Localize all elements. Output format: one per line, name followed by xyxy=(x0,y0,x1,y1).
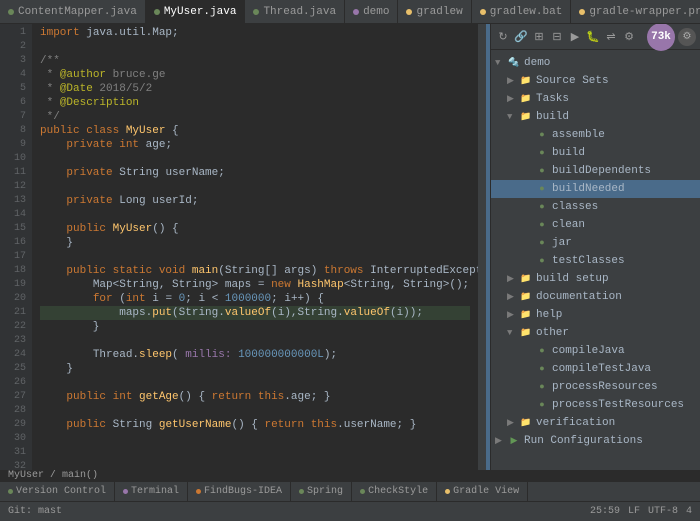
breadcrumb: MyUser / main() xyxy=(0,470,700,481)
line-ending: LF xyxy=(628,506,640,517)
tree-item-compileJava[interactable]: ▶ ● compileJava xyxy=(491,342,700,360)
gradle-panel: ↻ 🔗 ⊞ ⊟ ▶ 🐛 ⇌ ⚙ 73k ⚙ ▼ 🔩 demo xyxy=(490,24,700,470)
tree-item-help[interactable]: ▶ 📁 help xyxy=(491,306,700,324)
indent: 4 xyxy=(686,506,692,517)
code-area[interactable]: import java.util.Map; /** * @author bruc… xyxy=(32,24,478,470)
tree-item-jar[interactable]: ▶ ● jar xyxy=(491,234,700,252)
tab-spring[interactable]: Spring xyxy=(291,482,352,502)
bottom-tabs: Version Control Terminal FindBugs-IDEA S… xyxy=(0,481,700,501)
scrollbar[interactable] xyxy=(478,24,486,470)
tab-demo[interactable]: demo xyxy=(345,0,398,24)
tab-gradle-view[interactable]: Gradle View xyxy=(437,482,528,502)
tree-item-buildsetup[interactable]: ▶ 📁 build setup xyxy=(491,270,700,288)
tree-item-classes[interactable]: ▶ ● classes xyxy=(491,198,700,216)
panel-toolbar: ↻ 🔗 ⊞ ⊟ ▶ 🐛 ⇌ ⚙ 73k ⚙ xyxy=(491,24,700,50)
tab-findbugs[interactable]: FindBugs-IDEA xyxy=(188,482,291,502)
tree-item-buildDependents[interactable]: ▶ ● buildDependents xyxy=(491,162,700,180)
tree-item-other[interactable]: ▼ 📁 other xyxy=(491,324,700,342)
tree-item-demo[interactable]: ▼ 🔩 demo xyxy=(491,54,700,72)
main-layout: 12345 678910 1112131415 1617181920 21222… xyxy=(0,24,700,470)
settings-button[interactable]: ⚙ xyxy=(678,28,696,46)
tab-terminal[interactable]: Terminal xyxy=(115,482,188,502)
editor: 12345 678910 1112131415 1617181920 21222… xyxy=(0,24,486,470)
tab-version-control[interactable]: Version Control xyxy=(0,482,115,502)
git-status: Git: mast xyxy=(8,506,62,517)
refresh-icon[interactable]: ↻ xyxy=(495,29,511,45)
gradle-tree: ▼ 🔩 demo ▶ 📁 Source Sets ▶ 📁 Tasks ▼ 📁 b… xyxy=(491,50,700,470)
tree-item-assemble[interactable]: ▶ ● assemble xyxy=(491,126,700,144)
tab-thread[interactable]: Thread.java xyxy=(245,0,345,24)
link-icon[interactable]: 🔗 xyxy=(513,29,529,45)
tree-item-build-group[interactable]: ▼ 📁 build xyxy=(491,108,700,126)
tree-item-documentation[interactable]: ▶ 📁 documentation xyxy=(491,288,700,306)
encoding: UTF-8 xyxy=(648,506,678,517)
status-right: 25:59 LF UTF-8 4 xyxy=(590,506,692,517)
tab-bar: ContentMapper.java MyUser.java Thread.ja… xyxy=(0,0,700,24)
tab-gradlew[interactable]: gradlew xyxy=(398,0,471,24)
tree-item-processResources[interactable]: ▶ ● processResources xyxy=(491,378,700,396)
expand-icon[interactable]: ⊞ xyxy=(531,29,547,45)
tree-item-processTestResources[interactable]: ▶ ● processTestResources xyxy=(491,396,700,414)
line-numbers: 12345 678910 1112131415 1617181920 21222… xyxy=(0,24,32,470)
tree-item-build[interactable]: ▶ ● build xyxy=(491,144,700,162)
tab-gradlewrapper[interactable]: gradle-wrapper.properties xyxy=(571,0,700,24)
tab-contentmapper[interactable]: ContentMapper.java xyxy=(0,0,146,24)
tree-item-runconfigs[interactable]: ▶ ▶ Run Configurations xyxy=(491,432,700,450)
status-left: Git: mast xyxy=(8,506,62,517)
tab-checkstyle[interactable]: CheckStyle xyxy=(352,482,437,502)
tree-item-clean[interactable]: ▶ ● clean xyxy=(491,216,700,234)
tree-item-buildNeeded[interactable]: ▶ ● buildNeeded xyxy=(491,180,700,198)
tree-item-sourcesets[interactable]: ▶ 📁 Source Sets xyxy=(491,72,700,90)
status-bar: Git: mast 25:59 LF UTF-8 4 xyxy=(0,501,700,521)
debug-icon[interactable]: 🐛 xyxy=(585,29,601,45)
tab-myuser[interactable]: MyUser.java xyxy=(146,0,246,24)
tree-item-tasks[interactable]: ▶ 📁 Tasks xyxy=(491,90,700,108)
avatar: 73k xyxy=(647,24,675,51)
toggle-icon[interactable]: ⇌ xyxy=(603,29,619,45)
tree-item-verification[interactable]: ▶ 📁 verification xyxy=(491,414,700,432)
collapse-icon[interactable]: ⊟ xyxy=(549,29,565,45)
cursor-position: 25:59 xyxy=(590,506,620,517)
tree-item-compileTestJava[interactable]: ▶ ● compileTestJava xyxy=(491,360,700,378)
settings-icon[interactable]: ⚙ xyxy=(621,29,637,45)
run-icon[interactable]: ▶ xyxy=(567,29,583,45)
tab-gradlewbat[interactable]: gradlew.bat xyxy=(472,0,572,24)
tree-item-testClasses[interactable]: ▶ ● testClasses xyxy=(491,252,700,270)
